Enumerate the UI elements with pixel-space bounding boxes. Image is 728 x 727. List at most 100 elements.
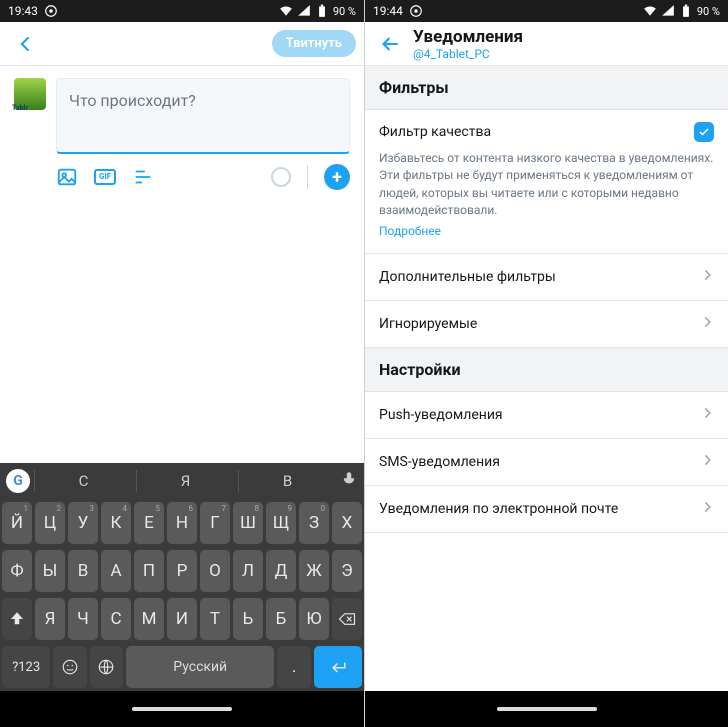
emoji-key[interactable] (53, 646, 86, 688)
key-У[interactable]: У3 (68, 502, 98, 544)
keyboard-row-1: Й1Ц2У3К4Е5Н6Г7Ш8Щ9З0Х (0, 499, 364, 547)
status-bar: 19:44 90 % (365, 0, 728, 22)
key-З[interactable]: З0 (299, 502, 329, 544)
image-icon[interactable] (56, 166, 78, 188)
key-Ш[interactable]: Ш8 (233, 502, 263, 544)
chrome-icon (44, 4, 58, 18)
learn-more-link[interactable]: Подробнее (379, 224, 441, 238)
key-Т[interactable]: Т (200, 598, 230, 640)
compose-input[interactable]: Что происходит? (56, 78, 350, 154)
key-Ы[interactable]: Ы (35, 550, 65, 592)
page-subtitle: @4_Tablet_PC (413, 47, 523, 61)
nav-bar (365, 691, 728, 727)
divider (307, 165, 308, 189)
key-Ь[interactable]: Ь (233, 598, 263, 640)
shift-key[interactable] (2, 598, 32, 640)
battery-text: 90 % (697, 5, 720, 18)
add-thread-button[interactable]: + (324, 164, 350, 190)
key-Э[interactable]: Э (332, 550, 362, 592)
section-header-filters: Фильтры (365, 66, 728, 110)
space-key[interactable]: Русский (126, 646, 274, 688)
battery-icon (315, 4, 329, 18)
poll-icon[interactable] (132, 166, 154, 188)
page-title: Уведомления (413, 27, 523, 47)
key-Ц[interactable]: Ц2 (35, 502, 65, 544)
suggestion-3[interactable]: В (238, 470, 336, 492)
key-О[interactable]: О (200, 550, 230, 592)
key-Л[interactable]: Л (233, 550, 263, 592)
row-label: Push-уведомления (379, 407, 690, 423)
tweet-button[interactable]: Твитнуть (272, 30, 356, 57)
key-Б[interactable]: Б (266, 598, 296, 640)
chevron-right-icon (700, 406, 714, 424)
key-Щ[interactable]: Щ9 (266, 502, 296, 544)
avatar[interactable] (14, 78, 46, 110)
keyboard-row-2: ФЫВАПРОЛДЖЭ (0, 547, 364, 595)
home-pill[interactable] (132, 707, 232, 711)
row-muted[interactable]: Игнорируемые (365, 301, 728, 348)
signal-icon (297, 4, 311, 18)
keyboard-row-3: ЯЧСМИТЬБЮ (0, 595, 364, 643)
row-label: SMS-уведомления (379, 454, 690, 470)
section-header-settings: Настройки (365, 348, 728, 392)
battery-icon (679, 4, 693, 18)
key-Х[interactable]: Х (332, 502, 362, 544)
key-П[interactable]: П (134, 550, 164, 592)
quality-filter-label: Фильтр качества (379, 124, 694, 140)
chevron-right-icon (700, 500, 714, 518)
suggestion-2[interactable]: Я (136, 470, 234, 492)
key-Е[interactable]: Е5 (134, 502, 164, 544)
key-Д[interactable]: Д (266, 550, 296, 592)
period-key[interactable]: . (277, 646, 310, 688)
key-А[interactable]: А (101, 550, 131, 592)
back-button[interactable] (8, 26, 44, 62)
key-Р[interactable]: Р (167, 550, 197, 592)
keyboard-suggestion-bar: G С Я В (0, 463, 364, 499)
quality-filter-checkbox[interactable] (694, 122, 714, 142)
quality-filter-desc: Избавьтесь от контента низкого качества … (379, 150, 714, 220)
key-К[interactable]: К4 (101, 502, 131, 544)
chevron-right-icon (700, 453, 714, 471)
back-button[interactable] (373, 26, 409, 62)
chevron-right-icon (700, 268, 714, 286)
wifi-icon (643, 4, 657, 18)
backspace-key[interactable] (332, 598, 362, 640)
globe-key[interactable] (90, 646, 123, 688)
row-email[interactable]: Уведомления по электронной почте (365, 486, 728, 533)
keyboard-row-4: ?123 Русский . (0, 643, 364, 691)
status-bar: 19:43 90 % (0, 0, 364, 22)
enter-key[interactable] (314, 646, 362, 688)
home-pill[interactable] (497, 707, 597, 711)
quality-filter-block: Фильтр качества Избавьтесь от контента н… (365, 110, 728, 254)
key-С[interactable]: С (101, 598, 131, 640)
row-label: Дополнительные фильтры (379, 269, 690, 285)
key-Й[interactable]: Й1 (2, 502, 32, 544)
key-М[interactable]: М (134, 598, 164, 640)
signal-icon (661, 4, 675, 18)
key-Ю[interactable]: Ю (299, 598, 329, 640)
status-time: 19:43 (8, 4, 38, 18)
compose-area: Что происходит? (0, 66, 364, 154)
key-И[interactable]: И (167, 598, 197, 640)
mic-icon[interactable] (340, 470, 358, 492)
key-Н[interactable]: Н6 (167, 502, 197, 544)
nav-bar (0, 691, 364, 727)
key-Я[interactable]: Я (35, 598, 65, 640)
google-icon[interactable]: G (6, 469, 30, 493)
numbers-key[interactable]: ?123 (2, 646, 50, 688)
wifi-icon (279, 4, 293, 18)
row-sms[interactable]: SMS-уведомления (365, 439, 728, 486)
key-Ф[interactable]: Ф (2, 550, 32, 592)
gif-icon[interactable]: GIF (94, 169, 116, 185)
key-Ч[interactable]: Ч (68, 598, 98, 640)
row-label: Игнорируемые (379, 316, 690, 332)
key-В[interactable]: В (68, 550, 98, 592)
key-Ж[interactable]: Ж (299, 550, 329, 592)
chrome-icon (409, 4, 423, 18)
suggestion-1[interactable]: С (34, 470, 132, 492)
row-additional-filters[interactable]: Дополнительные фильтры (365, 254, 728, 301)
key-Г[interactable]: Г7 (200, 502, 230, 544)
chevron-right-icon (700, 315, 714, 333)
keyboard: G С Я В Й1Ц2У3К4Е5Н6Г7Ш8Щ9З0Х ФЫВАПРОЛДЖ… (0, 463, 364, 691)
row-push[interactable]: Push-уведомления (365, 392, 728, 439)
